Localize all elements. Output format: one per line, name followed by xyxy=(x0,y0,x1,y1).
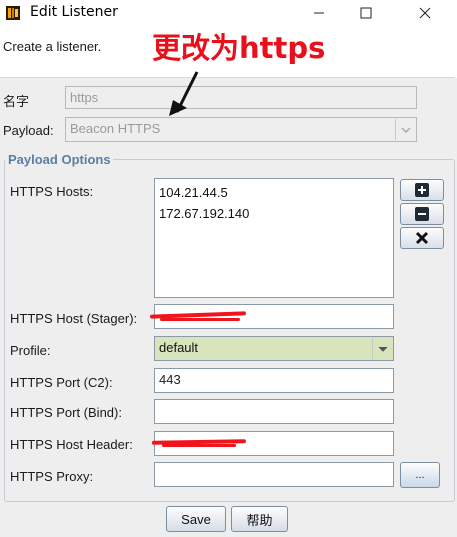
close-button[interactable] xyxy=(402,0,448,26)
port-c2-label: HTTPS Port (C2): xyxy=(10,375,113,390)
port-bind-label: HTTPS Port (Bind): xyxy=(10,405,122,420)
add-host-button[interactable] xyxy=(400,179,444,201)
profile-dropdown-arrow[interactable] xyxy=(372,338,392,359)
minus-icon xyxy=(415,207,429,221)
proxy-browse-button[interactable]: ... xyxy=(400,462,440,488)
port-c2-field[interactable]: 443 xyxy=(154,368,394,393)
payload-value: Beacon HTTPS xyxy=(70,121,161,136)
profile-value: default xyxy=(159,340,199,355)
https-hosts-label: HTTPS Hosts: xyxy=(10,184,94,199)
profile-label: Profile: xyxy=(10,343,51,358)
port-c2-value: 443 xyxy=(159,372,181,387)
host-stager-label: HTTPS Host (Stager): xyxy=(10,311,138,326)
proxy-field[interactable] xyxy=(154,462,394,487)
name-value: https xyxy=(70,90,99,105)
close-icon xyxy=(419,7,431,19)
clear-hosts-button[interactable] xyxy=(400,227,444,249)
description-text: Create a listener. xyxy=(3,39,102,54)
redaction-mark xyxy=(160,318,240,321)
https-hosts-list[interactable]: 104.21.44.5 172.67.192.140 xyxy=(154,178,394,298)
payload-select[interactable]: Beacon HTTPS xyxy=(65,117,417,142)
plus-icon xyxy=(415,183,429,197)
payload-options-title: Payload Options xyxy=(6,152,113,167)
maximize-icon xyxy=(360,7,372,19)
minimize-icon xyxy=(314,12,324,14)
title-bar: Edit Listener xyxy=(0,0,457,26)
x-icon xyxy=(415,231,429,245)
annotation-arrow-icon xyxy=(169,71,199,116)
name-field[interactable]: https xyxy=(65,86,417,109)
redaction-mark xyxy=(162,444,236,447)
host-header-label: HTTPS Host Header: xyxy=(10,437,133,452)
name-label: 名字 xyxy=(3,94,30,109)
profile-select[interactable]: default xyxy=(154,336,394,361)
port-bind-field[interactable] xyxy=(154,399,394,424)
save-button[interactable]: Save xyxy=(166,506,226,532)
proxy-label: HTTPS Proxy: xyxy=(10,469,94,484)
list-item[interactable]: 104.21.44.5 xyxy=(159,185,228,200)
app-icon xyxy=(6,6,20,20)
annotation-text: 更改为https xyxy=(152,31,326,65)
chevron-down-icon xyxy=(378,346,387,352)
maximize-button[interactable] xyxy=(343,0,389,26)
help-button[interactable]: 帮助 xyxy=(231,506,288,532)
minimize-button[interactable] xyxy=(296,0,342,26)
list-item[interactable]: 172.67.192.140 xyxy=(159,206,249,221)
window-title: Edit Listener xyxy=(30,4,118,20)
chevron-down-icon xyxy=(400,126,411,133)
payload-label: Payload: xyxy=(3,123,54,138)
remove-host-button[interactable] xyxy=(400,203,444,225)
payload-dropdown-arrow[interactable] xyxy=(395,119,415,140)
